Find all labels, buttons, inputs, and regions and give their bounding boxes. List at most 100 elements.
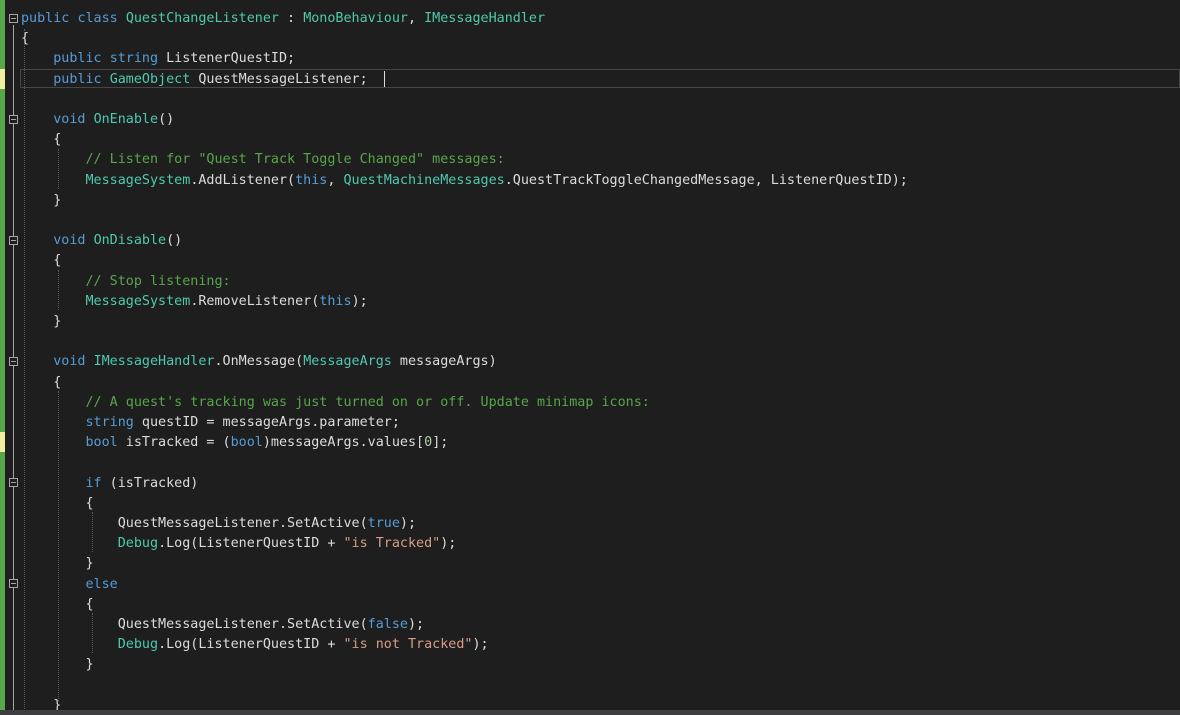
code-token: , bbox=[408, 11, 425, 26]
code-token: ]; bbox=[432, 435, 449, 451]
code-token: .Log(ListenerQuestID + bbox=[158, 637, 344, 653]
code-token: .QuestTrackToggleChangedMessage, Listene… bbox=[504, 172, 908, 188]
code-line[interactable]: // A quest's tracking was just turned on… bbox=[21, 393, 650, 413]
code-token: IMessageHandler bbox=[424, 11, 546, 26]
code-line[interactable]: public GameObject QuestMessageListener; bbox=[21, 70, 367, 90]
code-token: // Listen for "Quest Track Toggle Change… bbox=[85, 152, 505, 168]
code-line[interactable]: public class QuestChangeListener : MonoB… bbox=[21, 9, 545, 29]
code-line[interactable]: Debug.Log(ListenerQuestID + "is not Trac… bbox=[21, 635, 489, 655]
code-token: ); bbox=[399, 516, 417, 531]
code-token: bool bbox=[85, 435, 118, 451]
text-caret bbox=[384, 71, 385, 87]
code-token: true bbox=[367, 516, 400, 531]
code-token: IMessageHandler bbox=[93, 354, 215, 370]
code-editor[interactable]: public class QuestChangeListener : MonoB… bbox=[0, 0, 1180, 715]
code-line[interactable]: { bbox=[21, 373, 61, 393]
code-token: { bbox=[21, 31, 30, 47]
code-line[interactable]: MessageSystem.AddListener(this, QuestMac… bbox=[21, 171, 908, 191]
code-token: MessageSystem bbox=[85, 172, 191, 188]
code-line[interactable]: if (isTracked) bbox=[21, 474, 199, 494]
code-token: "is not Tracked" bbox=[343, 637, 473, 653]
code-line[interactable]: bool isTracked = (bool)messageArgs.value… bbox=[21, 433, 449, 453]
code-token: () bbox=[158, 112, 175, 127]
code-token: )messageArgs.values[ bbox=[262, 435, 425, 451]
code-token: public bbox=[53, 51, 102, 67]
code-token: void bbox=[53, 112, 86, 127]
code-line[interactable]: QuestMessageListener.SetActive(false); bbox=[21, 615, 424, 635]
code-token: ); bbox=[440, 536, 457, 552]
code-area[interactable]: public class QuestChangeListener : MonoB… bbox=[0, 0, 1180, 715]
code-line[interactable]: Debug.Log(ListenerQuestID + "is Tracked"… bbox=[21, 534, 457, 554]
code-token: { bbox=[21, 596, 94, 612]
code-token: QuestMessageListener.SetActive( bbox=[21, 516, 368, 531]
code-token: QuestMachineMessages bbox=[343, 172, 505, 188]
code-token: messageArgs) bbox=[391, 354, 497, 370]
code-line[interactable]: void OnEnable() bbox=[21, 110, 174, 130]
code-line[interactable]: { bbox=[21, 130, 61, 150]
code-line[interactable]: // Stop listening: bbox=[21, 272, 231, 292]
code-token: public bbox=[53, 71, 102, 87]
code-line[interactable]: } bbox=[21, 191, 61, 211]
code-token: : bbox=[279, 11, 304, 26]
code-token: this bbox=[295, 172, 328, 188]
code-line[interactable]: { bbox=[21, 595, 94, 615]
code-line[interactable]: } bbox=[21, 554, 94, 574]
code-token: { bbox=[21, 132, 62, 148]
code-line[interactable]: string questID = messageArgs.parameter; bbox=[21, 413, 400, 433]
code-line[interactable]: void IMessageHandler.OnMessage(MessageAr… bbox=[21, 352, 497, 372]
code-token: if bbox=[85, 475, 102, 491]
code-token: QuestMessageListener.SetActive( bbox=[21, 617, 368, 632]
code-token: void bbox=[53, 233, 86, 249]
code-line[interactable]: { bbox=[21, 29, 29, 49]
code-token: .OnMessage( bbox=[214, 354, 304, 370]
code-token: { bbox=[21, 253, 62, 269]
code-token: MonoBehaviour bbox=[303, 11, 408, 26]
code-line[interactable]: { bbox=[21, 251, 61, 271]
code-line[interactable]: // Listen for "Quest Track Toggle Change… bbox=[21, 150, 505, 170]
code-token: , bbox=[327, 172, 344, 188]
code-token: Debug bbox=[117, 637, 159, 653]
code-token: string bbox=[85, 415, 134, 430]
code-line[interactable]: public string ListenerQuestID; bbox=[21, 49, 295, 69]
code-token: OnDisable bbox=[93, 233, 167, 249]
code-line[interactable]: void OnDisable() bbox=[21, 231, 182, 251]
code-token: (isTracked) bbox=[101, 475, 199, 491]
code-token: ); bbox=[407, 617, 425, 632]
code-line[interactable]: else bbox=[21, 575, 118, 595]
code-token: } bbox=[21, 556, 94, 572]
code-line[interactable]: } bbox=[21, 655, 94, 675]
code-line[interactable]: { bbox=[21, 494, 94, 514]
code-token: } bbox=[21, 314, 62, 329]
code-token: { bbox=[21, 495, 94, 511]
code-line[interactable]: } bbox=[21, 312, 61, 332]
code-token: // A quest's tracking was just turned on… bbox=[85, 394, 650, 410]
code-token: } bbox=[21, 657, 94, 673]
code-line[interactable]: QuestMessageListener.SetActive(true); bbox=[21, 514, 416, 534]
code-line[interactable]: MessageSystem.RemoveListener(this); bbox=[21, 292, 368, 312]
code-token: "is Tracked" bbox=[343, 536, 441, 552]
code-token: string bbox=[109, 51, 159, 67]
horizontal-scrollbar[interactable] bbox=[0, 710, 1180, 715]
code-token: MessageArgs bbox=[303, 354, 392, 370]
code-token: ); bbox=[472, 637, 489, 653]
code-token: QuestChangeListener bbox=[125, 11, 279, 26]
code-token: .AddListener( bbox=[190, 172, 296, 188]
